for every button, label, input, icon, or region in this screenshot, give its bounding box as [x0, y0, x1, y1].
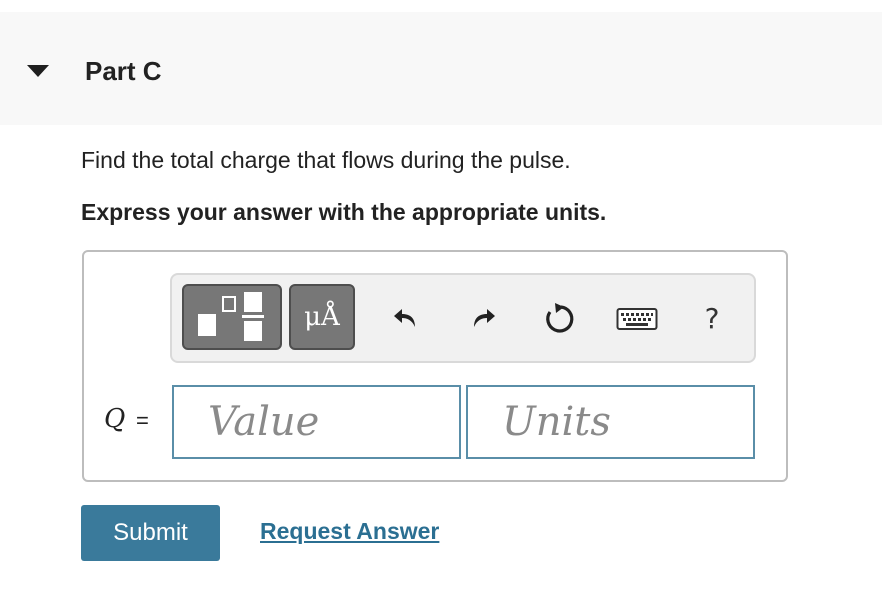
keyboard-button[interactable] — [615, 300, 659, 336]
redo-icon — [474, 309, 495, 327]
question-prompt: Find the total charge that flows during … — [81, 147, 571, 173]
redo-button[interactable] — [465, 300, 501, 336]
units-input[interactable] — [466, 385, 755, 459]
submit-button[interactable]: Submit — [81, 505, 220, 561]
undo-icon — [394, 309, 415, 327]
help-icon: ? — [704, 301, 720, 335]
units-label: μÅ — [304, 302, 340, 332]
undo-button[interactable] — [388, 300, 424, 336]
part-header: Part C — [0, 12, 882, 125]
keyboard-icon — [616, 308, 658, 330]
templates-button[interactable] — [182, 284, 282, 350]
help-button[interactable]: ? — [694, 300, 730, 336]
answer-instruction: Express your answer with the appropriate… — [81, 199, 607, 225]
units-button[interactable]: μÅ — [289, 284, 355, 350]
value-input[interactable] — [172, 385, 461, 459]
part-title: Part C — [85, 56, 162, 86]
equals-sign: = — [136, 408, 149, 433]
caret-down-icon[interactable] — [27, 65, 49, 77]
answer-variable: Q — [104, 404, 126, 434]
request-answer-link[interactable]: Request Answer — [260, 518, 439, 545]
reset-icon — [546, 303, 574, 333]
reset-button[interactable] — [541, 300, 577, 336]
